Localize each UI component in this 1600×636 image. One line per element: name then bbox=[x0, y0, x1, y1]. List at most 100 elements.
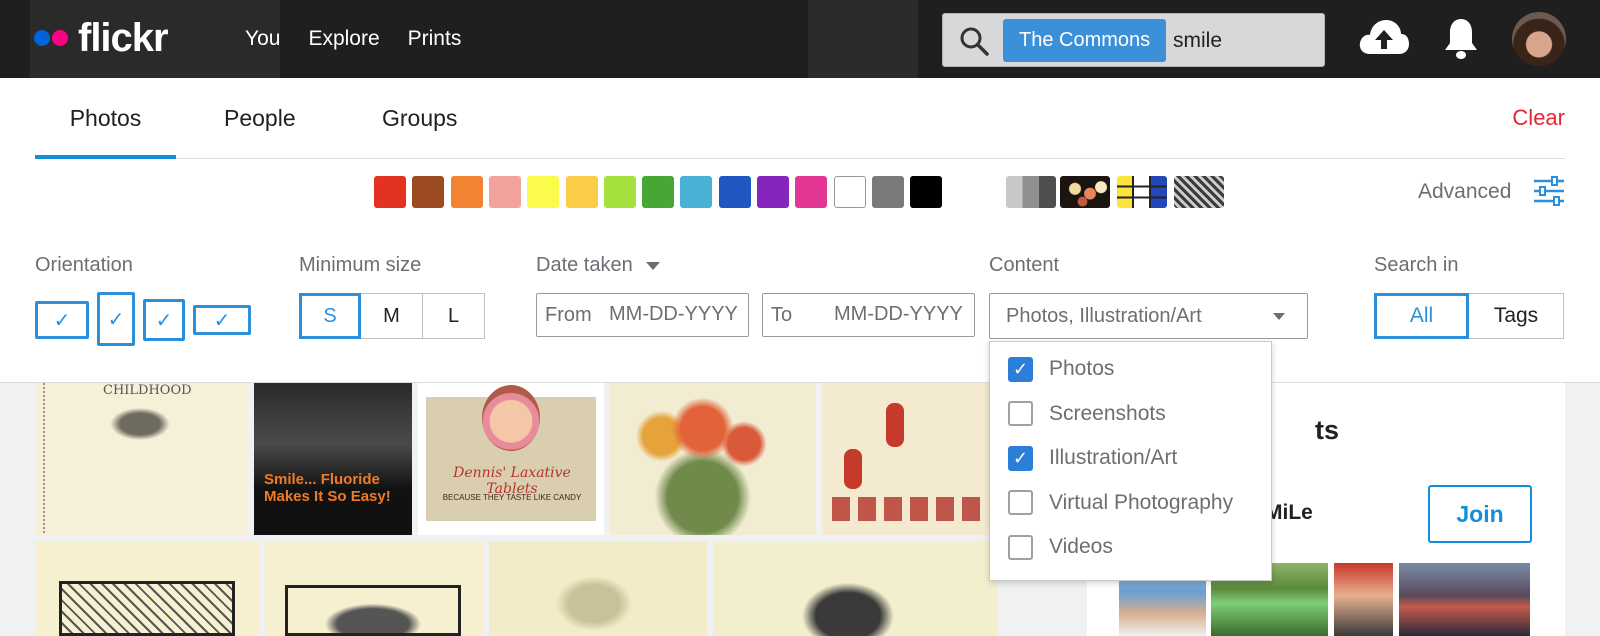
search-in-label: Search in bbox=[1374, 254, 1459, 276]
color-swatch[interactable] bbox=[565, 176, 598, 208]
search-scope-chip[interactable]: The Commons bbox=[1003, 19, 1167, 62]
photo-laxative-ad[interactable]: Dennis' Laxative Tablets BECAUSE THEY TA… bbox=[418, 383, 604, 535]
photo-woodcut-2[interactable] bbox=[265, 541, 483, 636]
black-and-white-filter[interactable] bbox=[1006, 176, 1056, 208]
search-in-all-button[interactable]: All bbox=[1374, 293, 1469, 339]
content-option[interactable]: Screenshots bbox=[1008, 399, 1166, 429]
search-icon[interactable] bbox=[959, 26, 989, 56]
size-small-button[interactable]: S bbox=[299, 293, 361, 339]
color-swatch[interactable] bbox=[412, 176, 445, 208]
date-from-input[interactable]: From MM-DD-YYYY bbox=[536, 293, 749, 337]
orientation-square-checkbox[interactable]: ✓ bbox=[143, 299, 185, 341]
search-type-tabs: Photos People Groups bbox=[35, 78, 1565, 159]
color-swatch[interactable] bbox=[718, 176, 751, 208]
content-option[interactable]: ✓ Photos bbox=[1008, 354, 1114, 384]
user-avatar[interactable] bbox=[1512, 12, 1566, 66]
color-swatch[interactable] bbox=[527, 176, 560, 208]
check-icon: ✓ bbox=[53, 309, 71, 332]
photo-tree-sketch[interactable] bbox=[489, 541, 707, 636]
photo-fluoride-text: Smile... Fluoride Makes It So Easy! bbox=[264, 471, 391, 505]
upload-icon[interactable] bbox=[1358, 16, 1410, 56]
photo-childhood[interactable]: CHILDHOOD bbox=[35, 383, 248, 535]
color-swatch[interactable] bbox=[757, 176, 789, 208]
advanced-settings-sliders-icon[interactable] bbox=[1532, 176, 1566, 206]
join-group-button[interactable]: Join bbox=[1428, 485, 1532, 543]
photo-fluoride-poster[interactable]: Smile... Fluoride Makes It So Easy! bbox=[254, 383, 412, 535]
content-label: Content bbox=[989, 254, 1060, 276]
color-swatch[interactable] bbox=[450, 176, 483, 208]
clear-filters-link[interactable]: Clear bbox=[1512, 105, 1565, 131]
content-option-label: Screenshots bbox=[1049, 401, 1166, 425]
group-name[interactable]: MiLe bbox=[1265, 501, 1313, 525]
content-option-checkbox[interactable]: ✓ bbox=[1008, 445, 1033, 471]
date-to-prefix: To bbox=[771, 304, 793, 326]
search-bar[interactable]: The Commons bbox=[942, 13, 1325, 67]
minimum-size-options: S M L bbox=[299, 293, 485, 339]
photo-childhood-caption: CHILDHOOD bbox=[103, 383, 192, 398]
search-in-options: All Tags bbox=[1374, 293, 1564, 339]
photo-child-figure bbox=[844, 449, 862, 489]
search-in-tags-button[interactable]: Tags bbox=[1469, 293, 1564, 339]
content-option-label: Illustration/Art bbox=[1049, 446, 1178, 469]
tab-photos[interactable]: Photos bbox=[35, 78, 176, 159]
photo-girl-face bbox=[482, 385, 540, 451]
check-icon: ✓ bbox=[213, 309, 231, 332]
nav-prints[interactable]: Prints bbox=[408, 27, 462, 51]
check-icon: ✓ bbox=[1012, 447, 1029, 468]
content-option-label: Videos bbox=[1049, 535, 1113, 558]
color-swatch[interactable] bbox=[642, 176, 675, 208]
top-nav-bar: flickr You Explore Prints The Commons bbox=[0, 0, 1600, 78]
search-input[interactable] bbox=[1173, 19, 1313, 62]
color-swatch[interactable] bbox=[871, 176, 904, 208]
content-option-checkbox[interactable] bbox=[1008, 401, 1033, 426]
search-filter-panel: Photos People Groups Clear Advanced Orie… bbox=[0, 78, 1600, 383]
content-option[interactable]: Virtual Photography bbox=[1008, 488, 1233, 518]
main-nav: You Explore Prints bbox=[245, 27, 489, 51]
content-option[interactable]: ✓ Illustration/Art bbox=[1008, 443, 1177, 473]
patterns-filter[interactable] bbox=[1174, 176, 1224, 208]
color-swatch[interactable] bbox=[795, 176, 828, 208]
color-swatch[interactable] bbox=[374, 176, 406, 208]
photo-cat-illustration[interactable] bbox=[713, 541, 998, 636]
photo-border-pattern bbox=[832, 497, 982, 521]
tab-groups[interactable]: Groups bbox=[382, 78, 457, 159]
content-option-label: Virtual Photography bbox=[1049, 490, 1234, 514]
nav-you[interactable]: You bbox=[245, 27, 280, 51]
date-to-input[interactable]: To MM-DD-YYYY bbox=[762, 293, 975, 337]
minimalist-filter[interactable] bbox=[1117, 176, 1167, 208]
content-option-checkbox[interactable] bbox=[1008, 490, 1033, 515]
photo-border-ornament bbox=[43, 383, 45, 533]
content-option-checkbox[interactable]: ✓ bbox=[1008, 356, 1033, 382]
content-type-value: Photos, Illustration/Art bbox=[1006, 305, 1202, 327]
content-option[interactable]: Videos bbox=[1008, 532, 1113, 562]
tab-people[interactable]: People bbox=[224, 78, 296, 159]
orientation-panorama-checkbox[interactable]: ✓ bbox=[193, 305, 251, 335]
photo-child-figure bbox=[886, 403, 904, 447]
content-type-select[interactable]: Photos, Illustration/Art bbox=[989, 293, 1308, 339]
date-taken-label[interactable]: Date taken bbox=[536, 254, 661, 277]
notifications-bell-icon[interactable] bbox=[1441, 16, 1481, 60]
photo-lily-botanical[interactable] bbox=[610, 383, 816, 535]
shallow-depth-of-field-filter[interactable] bbox=[1060, 176, 1110, 208]
photo-woodcut-art bbox=[59, 581, 235, 636]
minimum-size-label: Minimum size bbox=[299, 254, 422, 276]
color-swatch[interactable] bbox=[833, 176, 866, 208]
group-photo-thumbnail[interactable] bbox=[1399, 563, 1530, 636]
nav-explore[interactable]: Explore bbox=[308, 27, 379, 51]
flickr-logo[interactable]: flickr bbox=[34, 18, 169, 58]
color-swatch[interactable] bbox=[680, 176, 713, 208]
advanced-filters-label[interactable]: Advanced bbox=[1418, 180, 1511, 204]
orientation-landscape-checkbox[interactable]: ✓ bbox=[35, 301, 89, 339]
color-swatch[interactable] bbox=[488, 176, 521, 208]
orientation-portrait-checkbox[interactable]: ✓ bbox=[97, 292, 135, 346]
content-option-checkbox[interactable] bbox=[1008, 534, 1033, 560]
content-option-label: Photos bbox=[1049, 357, 1115, 380]
photo-woodcut-1[interactable] bbox=[35, 541, 259, 636]
group-photo-thumbnail[interactable] bbox=[1334, 563, 1393, 636]
size-medium-button[interactable]: M bbox=[361, 293, 423, 339]
orientation-label: Orientation bbox=[35, 254, 133, 276]
color-swatch[interactable] bbox=[910, 176, 943, 208]
size-large-button[interactable]: L bbox=[423, 293, 485, 339]
photo-cat-art bbox=[783, 569, 913, 636]
color-swatch[interactable] bbox=[603, 176, 636, 208]
